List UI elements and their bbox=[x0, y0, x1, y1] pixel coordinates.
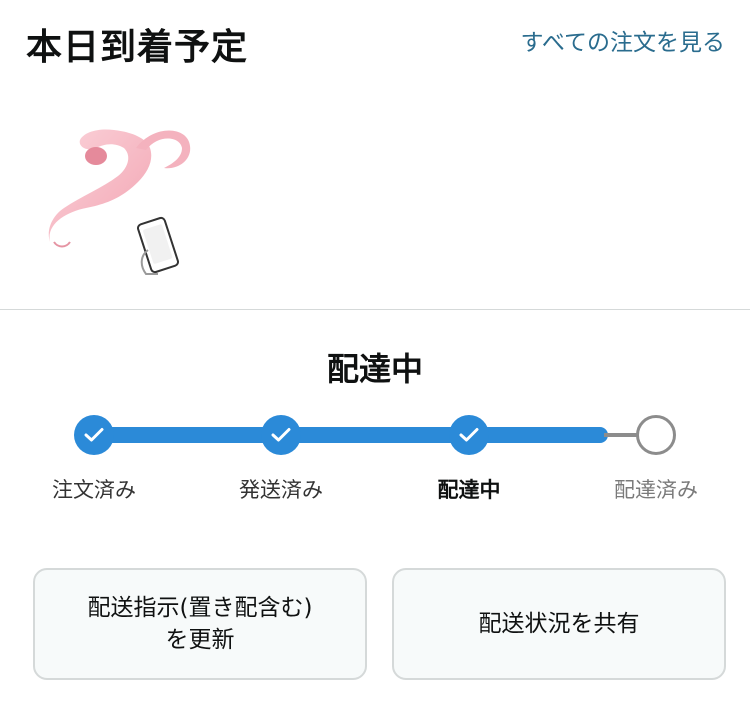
product-image[interactable] bbox=[36, 116, 206, 286]
pink-device-image-icon bbox=[48, 129, 191, 275]
step-out-for-delivery-check-icon bbox=[449, 415, 489, 455]
step-label-ordered: 注文済み bbox=[52, 478, 136, 502]
page-title: 本日到着予定 bbox=[26, 27, 249, 68]
progress-bar-completed bbox=[95, 427, 608, 443]
share-delivery-status-button[interactable]: 配送状況を共有 bbox=[392, 568, 726, 680]
step-ordered-check-icon bbox=[74, 415, 114, 455]
section-divider bbox=[0, 309, 750, 310]
share-status-label: 配送状況を共有 bbox=[478, 611, 640, 637]
update-delivery-instructions-button[interactable]: 配送指示(置き配含む) を更新 bbox=[33, 568, 367, 680]
update-delivery-label-line2: を更新 bbox=[165, 627, 235, 653]
update-delivery-label-line1: 配送指示(置き配含む) bbox=[87, 595, 313, 621]
step-label-shipped: 発送済み bbox=[239, 478, 323, 502]
step-delivered-empty-circle-icon bbox=[636, 415, 676, 455]
delivery-progress-tracker bbox=[0, 410, 750, 460]
view-all-orders-link[interactable]: すべての注文を見る bbox=[510, 26, 725, 60]
step-label-delivered: 配達済み bbox=[614, 478, 698, 502]
delivery-status-title: 配達中 bbox=[326, 350, 423, 388]
step-shipped-check-icon bbox=[261, 415, 301, 455]
step-label-out-for-delivery: 配達中 bbox=[437, 478, 501, 502]
